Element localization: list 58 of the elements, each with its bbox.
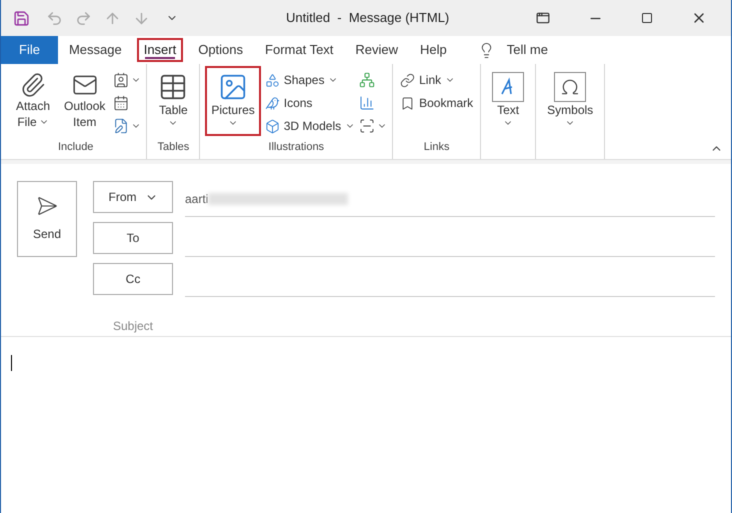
tab-underline (144, 57, 176, 59)
ribbon-icon-button[interactable] (113, 70, 142, 89)
ribbon-button[interactable]: Table (152, 66, 194, 136)
ribbon-small-button[interactable]: Shapes (262, 70, 358, 90)
text-cursor (11, 355, 12, 371)
ribbon-tab[interactable]: Format Text (258, 38, 340, 62)
bar-chart-icon (359, 94, 376, 110)
ribbon-button[interactable]: Outlook Item (58, 66, 112, 136)
button-label: Outlook (64, 98, 106, 114)
maximize-icon[interactable] (641, 12, 653, 24)
save-icon[interactable] (13, 10, 30, 26)
omega-icon (560, 77, 580, 97)
ribbon-tab[interactable]: Insert (136, 38, 184, 62)
button-label: Pictures (211, 102, 255, 118)
ribbon-tab[interactable]: Review (348, 38, 406, 62)
ribbon-display-icon[interactable] (536, 11, 550, 25)
diagram-icon (359, 72, 376, 88)
ribbon-small-button[interactable]: 3D Models (262, 116, 358, 136)
button-label: Table (159, 102, 188, 118)
cube-icon (264, 118, 280, 134)
ribbon-button[interactable]: Text (486, 66, 530, 136)
ribbon-tab[interactable]: Help (413, 38, 454, 62)
window-title: Untitled - Message (HTML) (286, 9, 450, 28)
to-button[interactable]: To (93, 222, 173, 254)
ribbon-small-button[interactable]: Link (398, 70, 476, 90)
ribbon-button[interactable]: Pictures (205, 66, 261, 136)
ribbon-tab[interactable]: Message (62, 38, 129, 62)
ribbon-small-button[interactable]: Icons (262, 93, 358, 113)
bird-icon (264, 96, 280, 110)
cc-button[interactable]: Cc (93, 263, 173, 295)
subject-label: Subject (112, 318, 154, 335)
tell-me-search[interactable]: Tell me (478, 36, 548, 64)
calendar-icon (113, 94, 130, 110)
send-icon (36, 195, 58, 217)
ribbon-tab[interactable]: Options (191, 38, 250, 62)
group-label: Illustrations (267, 140, 326, 154)
group-label: Include (56, 140, 94, 154)
from-field[interactable]: aarti (185, 181, 715, 217)
screenshot-icon (359, 118, 376, 134)
ribbon-small-button[interactable]: Bookmark (398, 93, 476, 113)
send-button[interactable]: Send (17, 181, 77, 257)
button-label: Symbols (547, 102, 594, 118)
button-label: Item (73, 114, 96, 130)
from-button[interactable]: From (93, 181, 173, 213)
link-icon (400, 72, 416, 88)
ribbon-button[interactable]: Symbols (541, 66, 600, 136)
pen-document-icon (113, 118, 130, 134)
ribbon-button[interactable]: Attach File (10, 66, 56, 136)
button-label: Attach (16, 98, 50, 114)
shapes-icon (264, 72, 280, 88)
group-label: Tables (156, 140, 190, 154)
bookmark-icon (400, 96, 416, 110)
ribbon-icon-button[interactable] (113, 116, 142, 135)
contact-card-icon (113, 72, 130, 88)
group-label: Links (422, 140, 450, 154)
button-label: File (17, 114, 37, 130)
file-tab[interactable]: File (1, 36, 58, 64)
button-label: Text (497, 102, 520, 118)
